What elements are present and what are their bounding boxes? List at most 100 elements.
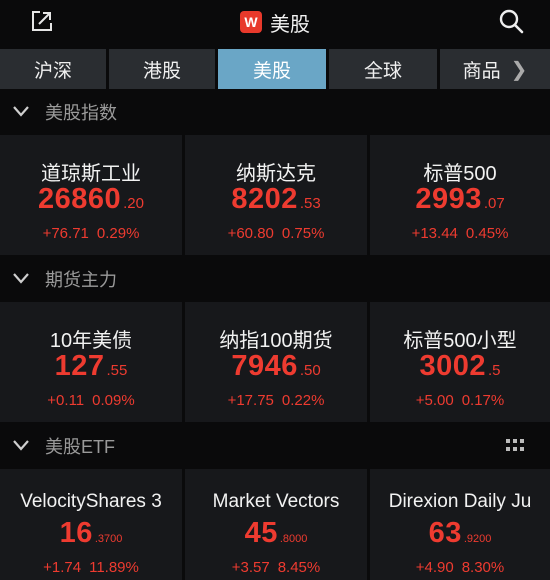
quote-change: +4.90 8.30% (370, 559, 550, 576)
quote-price: 45.8000 (185, 517, 367, 550)
card-row-us-etf: VelocityShares 3 16.3700 +1.74 11.89% Mar… (0, 469, 550, 580)
change-value: +13.44 (411, 225, 458, 242)
change-value: +76.71 (42, 225, 89, 242)
quote-change: +60.80 0.75% (185, 225, 367, 242)
quote-price: 8202.53 (185, 183, 367, 216)
card-row-futures: 10年美债 127.55 +0.11 0.09% 纳指100期货 7946.50 … (0, 302, 550, 422)
chevron-down-icon[interactable] (12, 271, 30, 285)
chevron-down-icon[interactable] (12, 438, 30, 452)
quote-change: +0.11 0.09% (0, 392, 182, 409)
quote-card[interactable]: VelocityShares 3 16.3700 +1.74 11.89% (0, 469, 182, 580)
quote-card[interactable]: Direxion Daily Ju 63.9200 +4.90 8.30% (370, 469, 550, 580)
search-icon[interactable] (498, 8, 524, 34)
change-percent: 8.45% (277, 559, 321, 576)
market-tabs: 沪深 港股 美股 全球 商品 ❯ (0, 49, 550, 89)
tab-label: 全球 (363, 60, 402, 82)
quote-price: 7946.50 (185, 350, 367, 383)
quote-change: +17.75 0.22% (185, 392, 367, 409)
change-value: +17.75 (227, 392, 274, 409)
section-title: 美股ETF (45, 437, 115, 457)
change-value: +5.00 (415, 392, 454, 409)
quote-name: 标普500 (423, 163, 497, 185)
quote-price: 26860.20 (0, 183, 182, 216)
change-value: +60.80 (227, 225, 274, 242)
price-integer: 3002 (419, 350, 486, 382)
change-percent: 0.17% (461, 392, 505, 409)
tab-label: 港股 (142, 60, 181, 82)
quote-name: 纳斯达克 (236, 163, 316, 185)
tab-commodities[interactable]: 商品 ❯ (440, 49, 550, 89)
quote-card[interactable]: 标普500 2993.07 +13.44 0.45% (370, 135, 550, 255)
quote-price: 2993.07 (370, 183, 550, 216)
page-title: 美股 (270, 13, 310, 36)
change-value: +0.11 (47, 392, 85, 409)
chevron-right-icon[interactable]: ❯ (511, 57, 528, 82)
quote-name: VelocityShares 3 (20, 491, 162, 512)
app-logo: W (240, 11, 262, 33)
top-bar: W 美股 (0, 0, 550, 44)
quote-card[interactable]: 道琼斯工业 26860.20 +76.71 0.29% (0, 135, 182, 255)
card-row-us-indices: 道琼斯工业 26860.20 +76.71 0.29% 纳斯达克 8202.53 … (0, 135, 550, 255)
price-integer: 127 (54, 350, 105, 382)
price-integer: 16 (59, 517, 93, 549)
grid-icon[interactable] (506, 439, 524, 453)
quote-name: 纳指100期货 (219, 330, 333, 352)
price-decimal: .07 (483, 195, 505, 212)
tab-global[interactable]: 全球 (329, 49, 437, 89)
quote-name: Market Vectors (212, 491, 340, 512)
change-value: +3.57 (231, 559, 270, 576)
tab-hong-kong[interactable]: 港股 (109, 49, 215, 89)
section-header-us-etf[interactable]: 美股ETF (0, 428, 550, 464)
price-decimal: .53 (299, 195, 321, 212)
tab-us-stocks[interactable]: 美股 (218, 49, 326, 89)
quote-price: 16.3700 (0, 517, 182, 550)
price-decimal: .50 (299, 362, 321, 379)
change-percent: 11.89% (89, 559, 139, 576)
change-percent: 0.29% (96, 225, 140, 242)
price-integer: 2993 (415, 183, 482, 215)
section-header-us-indices[interactable]: 美股指数 (0, 94, 550, 130)
price-integer: 8202 (231, 183, 298, 215)
chevron-down-icon[interactable] (12, 104, 30, 118)
change-percent: 0.09% (92, 392, 135, 409)
title-group: W 美股 (240, 8, 310, 37)
share-icon[interactable] (30, 9, 54, 33)
quote-change: +1.74 11.89% (0, 559, 182, 576)
quote-card[interactable]: 标普500小型 3002.5 +5.00 0.17% (370, 302, 550, 422)
section-title: 美股指数 (45, 103, 117, 123)
quote-name: 标普500小型 (403, 330, 517, 352)
change-percent: 0.75% (281, 225, 325, 242)
tab-label: 商品 (462, 60, 501, 82)
price-integer: 7946 (231, 350, 298, 382)
change-percent: 8.30% (461, 559, 505, 576)
price-integer: 45 (244, 517, 278, 549)
price-integer: 26860 (37, 183, 122, 215)
tab-label: 沪深 (33, 60, 72, 82)
change-percent: 0.45% (465, 225, 509, 242)
price-decimal: .8000 (279, 533, 308, 545)
price-decimal: .3700 (94, 533, 123, 545)
price-decimal: .9200 (463, 533, 492, 545)
price-decimal: .55 (106, 362, 128, 379)
quote-change: +3.57 8.45% (185, 559, 367, 576)
change-value: +4.90 (415, 559, 454, 576)
quote-name: Direxion Daily Ju (388, 491, 532, 512)
quote-price: 127.55 (0, 350, 182, 383)
quote-card[interactable]: 纳指100期货 7946.50 +17.75 0.22% (185, 302, 367, 422)
price-decimal: .20 (123, 195, 144, 212)
quote-card[interactable]: 纳斯达克 8202.53 +60.80 0.75% (185, 135, 367, 255)
section-header-futures[interactable]: 期货主力 (0, 261, 550, 297)
price-decimal: .5 (488, 362, 501, 379)
tab-shanghai-shenzhen[interactable]: 沪深 (0, 49, 106, 89)
quote-price: 63.9200 (370, 517, 550, 550)
quote-name: 道琼斯工业 (41, 163, 141, 185)
quote-price: 3002.5 (370, 350, 550, 383)
quote-change: +5.00 0.17% (370, 392, 550, 409)
tab-label: 美股 (252, 60, 291, 82)
quote-name: 10年美债 (49, 330, 133, 352)
price-integer: 63 (428, 517, 462, 549)
quote-card[interactable]: Market Vectors 45.8000 +3.57 8.45% (185, 469, 367, 580)
quote-card[interactable]: 10年美债 127.55 +0.11 0.09% (0, 302, 182, 422)
change-value: +1.74 (43, 559, 82, 576)
quote-change: +76.71 0.29% (0, 225, 182, 242)
